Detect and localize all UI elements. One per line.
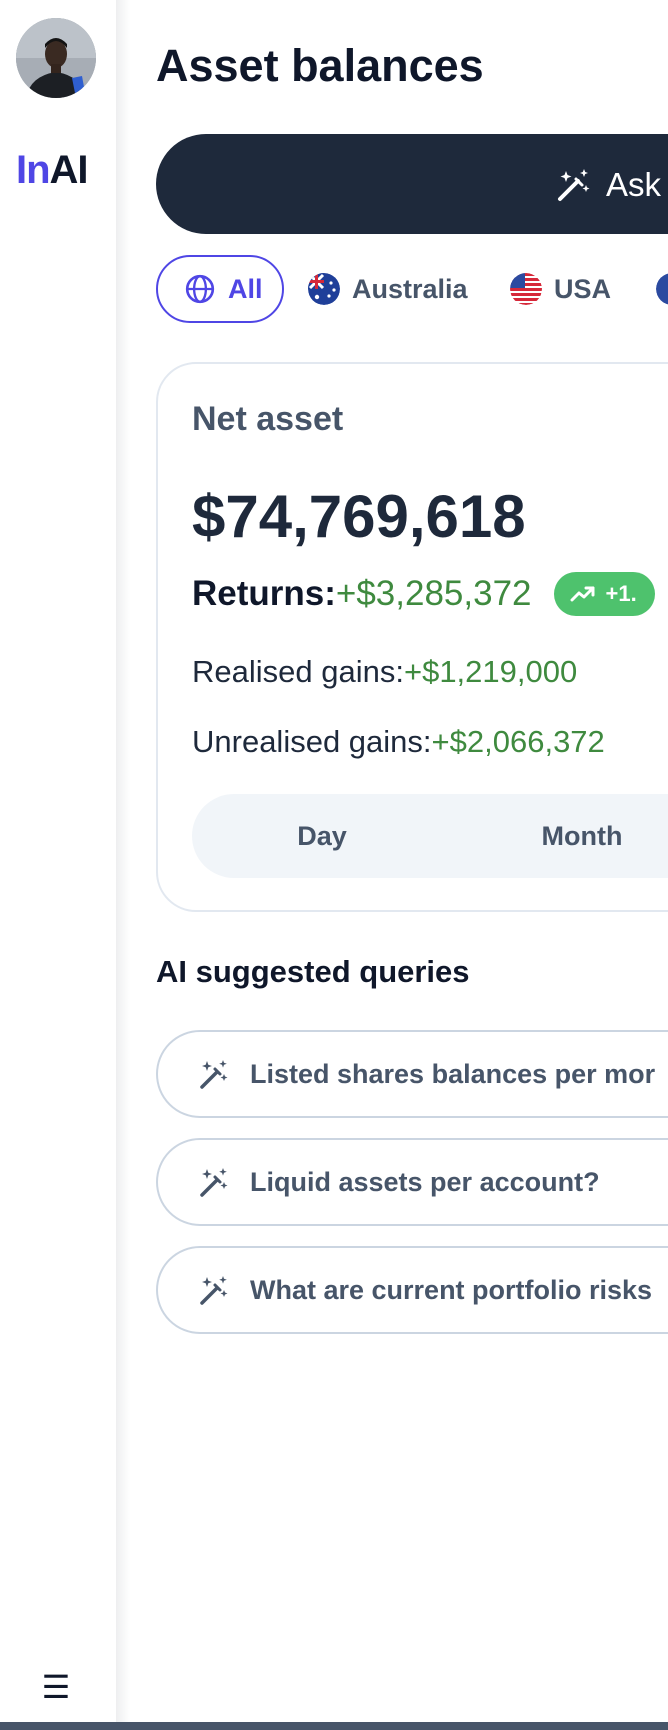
brand-logo[interactable]: InAI [16,146,89,194]
tab-australia-label: Australia [352,273,468,304]
returns-percent: +1. [605,581,637,606]
period-segmented-control: Day Month [192,794,668,878]
ask-ai-button[interactable]: Ask [156,134,668,234]
main-content: Asset balances Ask All Australia USA Net… [156,0,668,1722]
hamburger-menu-icon[interactable]: ☰ [40,1671,72,1703]
suggested-queries-title: AI suggested queries [156,954,470,989]
user-avatar-icon [16,18,96,98]
returns-percent-badge: +1. [553,572,655,616]
suggested-query-button[interactable]: Liquid assets per account? [156,1138,668,1226]
ask-ai-content: Ask [556,166,661,204]
avatar[interactable] [16,18,96,98]
sidebar-shadow [116,0,130,1722]
brand-logo-part1: In [16,148,51,192]
net-asset-card: Net asset $74,769,618 Returns: +$3,285,3… [156,362,668,912]
magic-wand-icon [200,1276,228,1305]
suggested-query-button[interactable]: What are current portfolio risks [156,1246,668,1334]
bottom-edge-bar [0,1722,668,1730]
brand-logo-part2: AI [49,148,89,192]
magic-wand-icon [558,169,590,201]
magic-wand-icon [200,1168,228,1197]
tab-usa[interactable]: USA [510,255,611,323]
suggested-query-text: Listed shares balances per mor [250,1058,656,1089]
page-title: Asset balances [156,40,484,91]
app-root: InAI ☰ Asset balances Ask All Australia … [0,0,668,1730]
period-day-button[interactable]: Day [252,794,392,878]
net-asset-value: $74,769,618 [192,483,526,550]
unrealised-gains-row: Unrealised gains:+$2,066,372 [192,724,605,760]
sidebar: InAI ☰ [0,0,116,1722]
period-month-button[interactable]: Month [512,794,652,878]
ask-ai-label: Ask [606,166,662,203]
realised-gains-label: Realised gains: [192,654,404,689]
suggested-query-text: Liquid assets per account? [250,1166,600,1197]
returns-row: Returns: +$3,285,372 +1. [192,572,655,616]
returns-label: Returns: [192,574,336,613]
realised-gains-value: +$1,219,000 [403,654,578,689]
suggested-query-text: What are current portfolio risks [250,1274,653,1305]
usa-flag-icon [510,273,542,305]
globe-icon [185,274,215,304]
tab-australia[interactable]: Australia [308,255,468,323]
tab-more-region[interactable] [656,255,668,323]
realised-gains-row: Realised gains:+$1,219,000 [192,654,577,690]
net-asset-title: Net asset [192,400,344,438]
unrealised-gains-label: Unrealised gains: [192,724,432,759]
suggested-query-button[interactable]: Listed shares balances per mor [156,1030,668,1118]
tab-all-label: All [228,273,263,304]
tab-usa-label: USA [554,273,612,304]
returns-value: +$3,285,372 [335,574,532,613]
region-filter-tabs: All Australia USA [156,255,668,323]
unrealised-gains-value: +$2,066,372 [431,724,605,759]
australia-flag-icon [308,273,340,305]
trending-up-icon [570,586,595,602]
tab-all[interactable]: All [156,255,284,323]
magic-wand-icon [200,1060,228,1089]
region-flag-icon [656,273,668,305]
